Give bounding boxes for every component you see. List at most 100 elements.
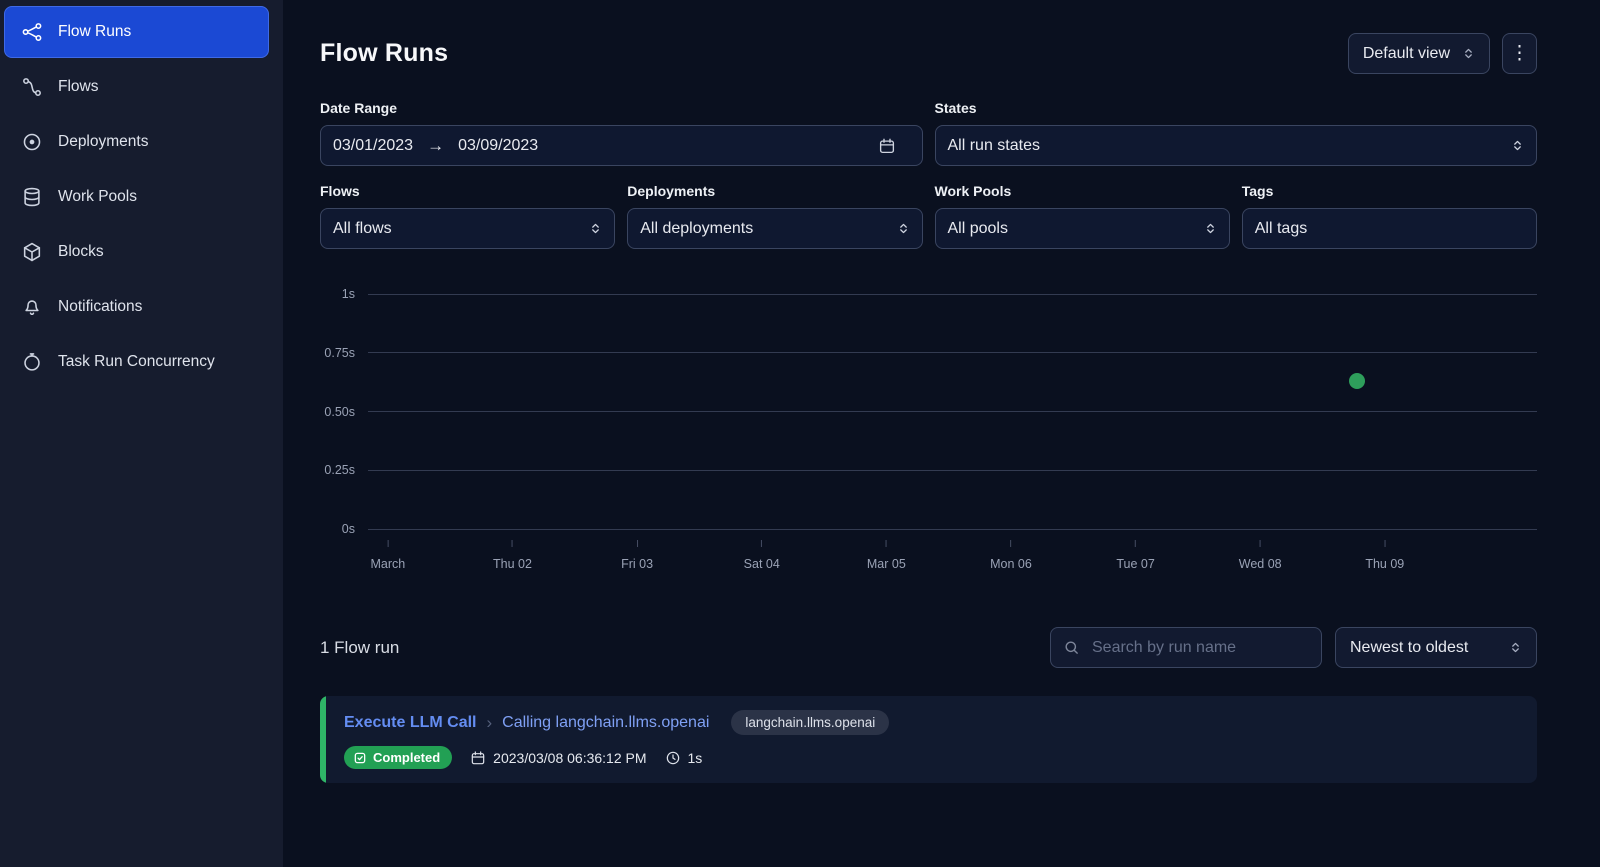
results-bar: 1 Flow run Newest to oldest [320, 627, 1537, 668]
x-tick: Mar 05 [867, 529, 906, 571]
flow-run-card[interactable]: Execute LLM Call › Calling langchain.llm… [320, 696, 1537, 783]
states-select[interactable]: All run states [935, 125, 1538, 166]
tags-input[interactable]: All tags [1242, 208, 1537, 249]
calendar-icon [878, 137, 896, 155]
sidebar-item-label: Work Pools [58, 188, 137, 206]
chart-plot: 1s0.75s0.50s0.25s0s [368, 294, 1537, 529]
y-tick-label: 0s [342, 522, 355, 536]
flow-run-link[interactable]: Calling langchain.llms.openai [502, 714, 709, 732]
flows-filter: Flows All flows [320, 183, 615, 249]
states-value: All run states [948, 137, 1512, 155]
flow-link[interactable]: Execute LLM Call [344, 714, 476, 732]
sort-selector[interactable]: Newest to oldest [1335, 627, 1537, 668]
x-tick-mark [886, 540, 887, 547]
x-tick-mark [387, 540, 388, 547]
x-tick-label: Sat 04 [744, 557, 780, 571]
timestamp-meta: 2023/03/08 06:36:12 PM [470, 750, 646, 766]
x-tick: Tue 07 [1116, 529, 1154, 571]
x-tick-label: Thu 09 [1365, 557, 1404, 571]
states-filter: States All run states [935, 100, 1538, 166]
sidebar-item-blocks[interactable]: Blocks [4, 226, 269, 278]
sidebar-item-flows[interactable]: Flows [4, 61, 269, 113]
x-tick-mark [1010, 540, 1011, 547]
app-root: Flow Runs Flows Deployments Work Pools B [0, 0, 1600, 867]
duration-meta: 1s [665, 750, 703, 766]
chart-gridline [368, 294, 1537, 295]
breadcrumb-separator: › [486, 713, 492, 733]
search-input[interactable] [1090, 638, 1309, 658]
arrow-right-icon: → [427, 136, 444, 156]
flows-value: All flows [333, 220, 589, 238]
flow-run-point[interactable] [1349, 373, 1365, 389]
flow-run-count: 1 Flow run [320, 638, 399, 658]
sidebar-item-work-pools[interactable]: Work Pools [4, 171, 269, 223]
filters-row-1: Date Range 03/01/2023 → 03/09/2023 State… [320, 100, 1537, 166]
state-badge: Completed [344, 746, 452, 769]
y-tick-label: 0.75s [324, 346, 355, 360]
work-pools-label: Work Pools [935, 183, 1230, 199]
date-start-value: 03/01/2023 [333, 137, 413, 155]
task-run-concurrency-icon [21, 351, 43, 373]
sidebar-item-label: Flow Runs [58, 23, 131, 41]
date-range-input[interactable]: 03/01/2023 → 03/09/2023 [320, 125, 923, 166]
x-tick: Wed 08 [1239, 529, 1282, 571]
search-box[interactable] [1050, 627, 1322, 668]
x-tick-label: Tue 07 [1116, 557, 1154, 571]
flows-icon [21, 76, 43, 98]
date-range-label: Date Range [320, 100, 923, 116]
flow-run-meta: Completed 2023/03/08 06:36:12 PM 1s [344, 746, 889, 769]
blocks-icon [21, 241, 43, 263]
sidebar-item-task-run-concurrency[interactable]: Task Run Concurrency [4, 336, 269, 388]
page-title: Flow Runs [320, 39, 448, 68]
view-selector[interactable]: Default view [1348, 33, 1490, 74]
x-tick-mark [1260, 540, 1261, 547]
run-duration: 1s [688, 750, 703, 766]
states-label: States [935, 100, 1538, 116]
completed-check-icon [353, 751, 367, 765]
flows-select[interactable]: All flows [320, 208, 615, 249]
chevron-updown-icon [1462, 47, 1475, 60]
filters-row-2: Flows All flows Deployments All deployme… [320, 183, 1537, 249]
work-pools-icon [21, 186, 43, 208]
sidebar-item-notifications[interactable]: Notifications [4, 281, 269, 333]
chevron-updown-icon [1204, 222, 1217, 235]
search-icon [1063, 639, 1080, 656]
sidebar-item-label: Flows [58, 78, 98, 96]
deployments-value: All deployments [640, 220, 896, 238]
flows-label: Flows [320, 183, 615, 199]
chart-x-axis: March Thu 02 Fri 03 Sat 04 Mar 05 Mon 06 Tue 0… [368, 529, 1537, 581]
x-tick-label: Thu 02 [493, 557, 532, 571]
x-tick: Mon 06 [990, 529, 1032, 571]
chevron-updown-icon [1509, 641, 1522, 654]
x-tick-mark [512, 540, 513, 547]
tags-value: All tags [1255, 220, 1524, 238]
x-tick: Sat 04 [744, 529, 780, 571]
x-tick-mark [761, 540, 762, 547]
y-tick-label: 0.50s [324, 405, 355, 419]
calendar-icon [470, 750, 486, 766]
sidebar-item-flow-runs[interactable]: Flow Runs [4, 6, 269, 58]
notifications-icon [21, 296, 43, 318]
sidebar-item-deployments[interactable]: Deployments [4, 116, 269, 168]
x-tick-mark [637, 540, 638, 547]
tags-filter: Tags All tags [1242, 183, 1537, 249]
sort-value: Newest to oldest [1350, 639, 1468, 657]
flow-runs-chart: 1s0.75s0.50s0.25s0s March Thu 02 Fri 03 Sat… [320, 294, 1537, 581]
flow-run-card-body: Execute LLM Call › Calling langchain.llm… [326, 696, 907, 783]
state-label: Completed [373, 750, 440, 765]
chevron-updown-icon [897, 222, 910, 235]
x-tick-label: Wed 08 [1239, 557, 1282, 571]
deployments-select[interactable]: All deployments [627, 208, 922, 249]
flow-runs-icon [21, 21, 43, 43]
view-selector-label: Default view [1363, 45, 1450, 63]
y-tick-label: 1s [342, 287, 355, 301]
kebab-menu-button[interactable]: ⋮ [1502, 33, 1537, 74]
y-tick-label: 0.25s [324, 463, 355, 477]
chart-gridline [368, 411, 1537, 412]
chevron-updown-icon [589, 222, 602, 235]
x-tick-label: Mar 05 [867, 557, 906, 571]
x-tick: Thu 02 [493, 529, 532, 571]
work-pools-select[interactable]: All pools [935, 208, 1230, 249]
x-tick: Fri 03 [621, 529, 653, 571]
x-tick-label: March [370, 557, 405, 571]
